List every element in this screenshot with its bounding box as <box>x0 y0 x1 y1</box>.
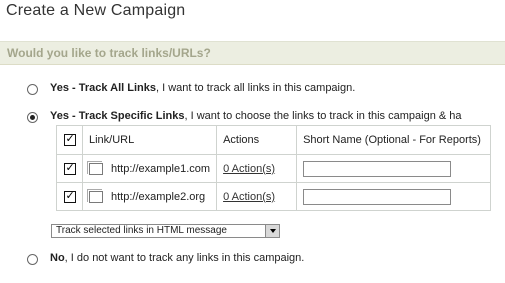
section-header: Would you like to track links/URLs? <box>0 41 505 65</box>
option-track-all-label: Yes - Track All Links, I want to track a… <box>50 82 355 94</box>
row-short-name-cell <box>296 154 491 183</box>
option-no-tracking-title: No <box>50 252 65 264</box>
section-question: Would you like to track links/URLs? <box>7 46 211 60</box>
radio-track-specific-links[interactable] <box>27 112 38 123</box>
page-title: Create a New Campaign <box>6 2 186 19</box>
table-row: http://example1.com 0 Action(s) <box>56 154 491 183</box>
row-link-cell: http://example2.org <box>81 182 218 211</box>
track-mode-select[interactable]: Track selected links in HTML message <box>51 224 280 238</box>
short-name-input[interactable] <box>303 160 452 177</box>
actions-link[interactable]: 0 Action(s) <box>223 191 275 203</box>
row-link-cell: http://example1.com <box>81 154 218 183</box>
option-track-specific-label: Yes - Track Specific Links, I want to ch… <box>50 110 462 122</box>
table-row: http://example2.org 0 Action(s) <box>56 182 491 211</box>
header-link: Link/URL <box>81 125 218 155</box>
table-header-row: Link/URL Actions Short Name (Optional - … <box>56 125 491 155</box>
option-no-tracking-text: , I do not want to track any links in th… <box>64 252 305 264</box>
row-url: http://example2.org <box>111 190 206 203</box>
row-short-name-cell <box>296 182 491 211</box>
option-track-specific-title: Yes - Track Specific Links <box>50 110 185 122</box>
short-name-input[interactable] <box>303 188 452 205</box>
actions-link[interactable]: 0 Action(s) <box>223 163 275 175</box>
header-short-name: Short Name (Optional - For Reports) <box>296 125 491 155</box>
row-checkbox[interactable] <box>63 161 76 175</box>
option-track-all-text: , I want to track all links in this camp… <box>155 82 356 94</box>
links-table: Link/URL Actions Short Name (Optional - … <box>56 125 491 211</box>
option-no-tracking-label: No, I do not want to track any links in … <box>50 252 304 264</box>
option-track-specific-text: , I want to choose the links to track in… <box>184 110 462 122</box>
header-check-cell <box>56 125 83 155</box>
row-url: http://example1.com <box>111 162 211 175</box>
track-mode-value: Track selected links in HTML message <box>56 225 227 236</box>
chevron-down-icon[interactable] <box>265 225 279 237</box>
row-actions-cell: 0 Action(s) <box>216 154 298 183</box>
select-all-checkbox[interactable] <box>63 132 76 147</box>
row-checkbox[interactable] <box>63 189 76 203</box>
row-actions-cell: 0 Action(s) <box>216 182 298 211</box>
page-icon <box>87 188 103 203</box>
option-track-all-title: Yes - Track All Links <box>50 82 156 94</box>
page-icon <box>87 160 103 175</box>
row-check-cell <box>56 182 83 211</box>
header-actions: Actions <box>216 125 298 155</box>
radio-no-tracking[interactable] <box>27 254 38 265</box>
page: Create a New Campaign Would you like to … <box>0 0 505 283</box>
radio-track-all-links[interactable] <box>27 84 38 95</box>
row-check-cell <box>56 154 83 183</box>
